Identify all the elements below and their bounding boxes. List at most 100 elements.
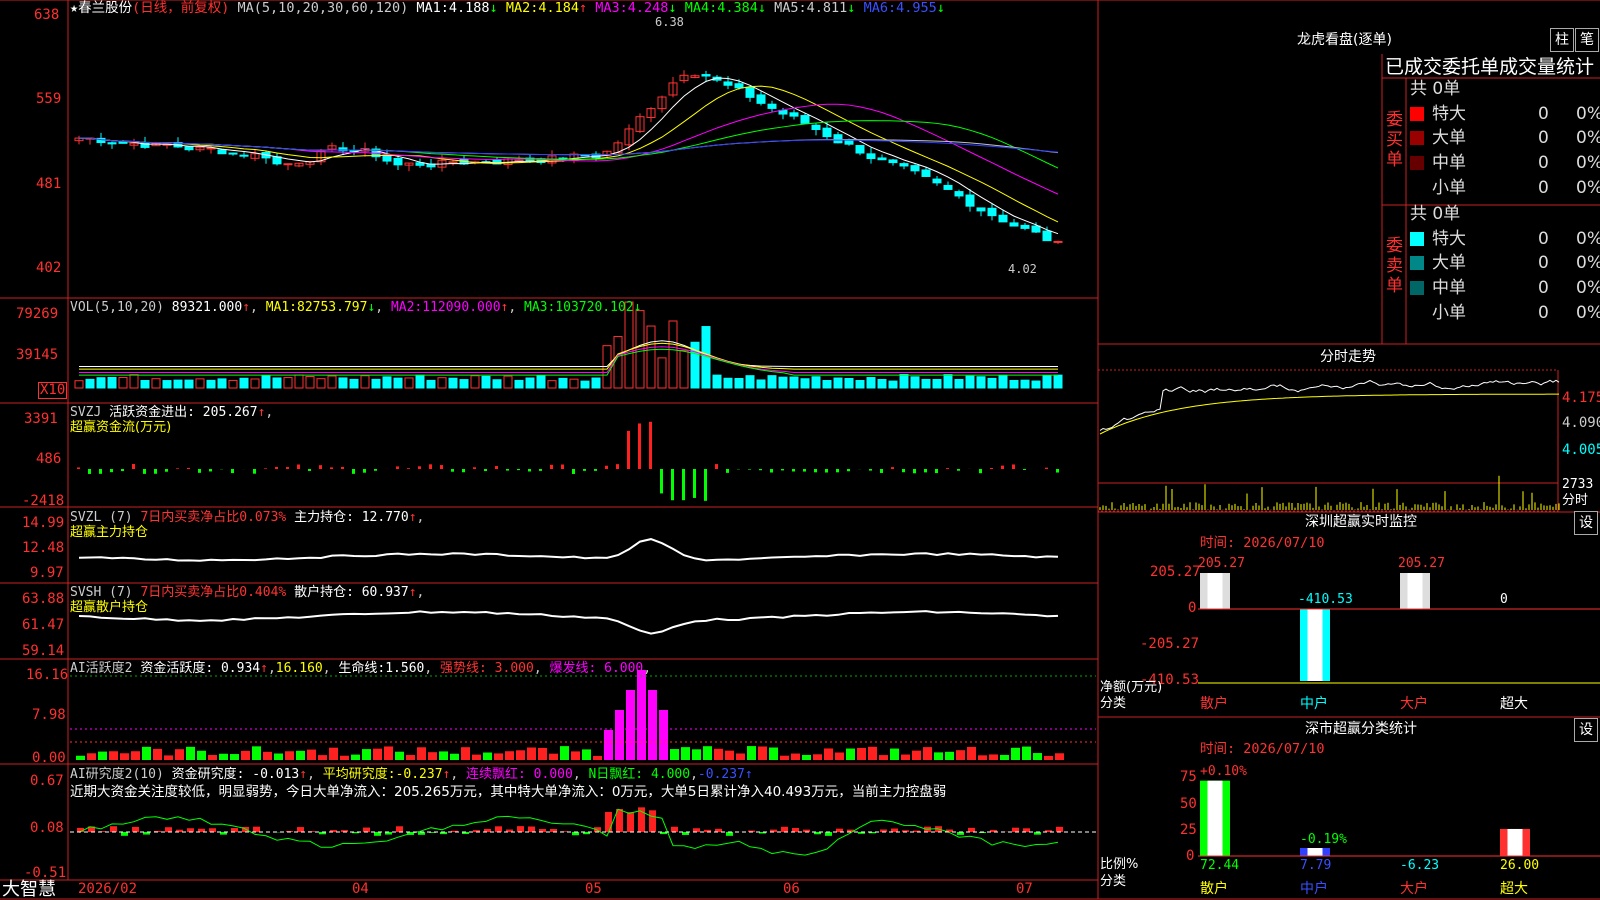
svzl-sub: 超赢主力持仓 — [70, 525, 149, 540]
activity-bar — [835, 752, 844, 760]
activity-bar — [615, 710, 624, 760]
research-bar — [110, 826, 117, 832]
candle-body — [1009, 222, 1019, 227]
monitor-bar — [1207, 573, 1223, 609]
activity-bar — [219, 753, 228, 760]
volume-bar — [360, 375, 370, 389]
stats-bar-value: 72.44 — [1200, 858, 1240, 873]
activity-bar — [604, 730, 613, 760]
activity-bar — [428, 752, 437, 760]
stats-bar-value: 7.79 — [1300, 858, 1332, 873]
activity-bar — [527, 747, 536, 760]
flow-bar — [726, 469, 729, 473]
activity-bar — [439, 751, 448, 760]
monitor-settings-button[interactable]: 设 — [1574, 511, 1598, 535]
volume-bar — [833, 377, 843, 389]
volume-bar — [162, 380, 172, 389]
ai1-field: 资金活跃度: — [140, 661, 214, 676]
svzj-axis-tick: 3391 — [24, 411, 58, 427]
candle-body — [789, 112, 799, 117]
vol-ma2-value: 112090.000 — [422, 300, 501, 315]
buy-row-count: 0 — [1538, 153, 1549, 173]
app-logo[interactable]: 大智慧 — [2, 880, 56, 900]
activity-bar — [945, 751, 954, 760]
stats-bar-value: 26.00 — [1500, 858, 1540, 873]
activity-bar — [593, 755, 602, 760]
svzl-comma: , — [416, 510, 425, 525]
flow-bar — [649, 421, 652, 469]
flow-bar — [814, 469, 817, 473]
volume-bar — [1020, 379, 1030, 389]
activity-bar — [186, 746, 195, 760]
monitor-time: 时间: 2026/07/10 — [1200, 535, 1325, 551]
candle-body — [734, 83, 744, 89]
candle-body — [393, 157, 403, 166]
volume-bar — [503, 375, 513, 389]
stats-ylabel: 比例% — [1100, 857, 1139, 872]
activity-bar — [736, 753, 745, 760]
candle-body — [800, 115, 810, 124]
research-bar — [187, 828, 194, 832]
intraday-axis-tick: 4.090 — [1562, 415, 1600, 431]
buy-row-pct: 0% — [1576, 128, 1600, 148]
svzl-field1: 7日内买卖净占比0.073% — [140, 510, 287, 525]
volume-bar — [569, 378, 579, 389]
ma5-arrow: ↓ — [847, 0, 856, 16]
svsh-arrow: ↑ — [408, 585, 417, 600]
volume-bar — [393, 377, 403, 389]
volume-bar — [954, 378, 964, 389]
candle-body — [877, 157, 887, 161]
flow-bar — [396, 466, 399, 469]
bar-view-button[interactable]: 柱 — [1550, 28, 1574, 52]
flow-bar — [550, 464, 553, 469]
candle-body — [107, 142, 117, 145]
vol-label: VOL(5,10,20) — [70, 300, 164, 315]
svsh-sub: 超赢散户持仓 — [70, 600, 149, 615]
volume-bar — [987, 377, 997, 389]
price-axis-tick: 481 — [36, 176, 62, 192]
volume-bar — [866, 377, 876, 389]
lhb-title: 龙虎看盘(逐单) — [1297, 32, 1392, 48]
flow-bar — [759, 469, 762, 471]
svsh-axis-tick: 59.14 — [22, 643, 65, 659]
monitor-title: 深圳超赢实时监控 — [1305, 514, 1417, 530]
flow-bar — [792, 469, 795, 472]
candle-body — [1020, 224, 1030, 229]
sell-label-char: 委 — [1386, 236, 1403, 256]
legend-swatch — [1410, 181, 1424, 195]
stats-settings-button[interactable]: 设 — [1574, 718, 1598, 742]
activity-bar — [274, 753, 283, 760]
ai2-v2: -0.237 — [395, 767, 443, 782]
flow-bar — [1045, 467, 1048, 469]
flow-bar — [913, 469, 916, 474]
stats-bar — [1307, 848, 1323, 856]
buy-row-m: 中单 — [1410, 155, 1466, 172]
monitor-xlabel: 分类 — [1100, 696, 1127, 711]
ma5-name: MA5: — [774, 0, 807, 16]
stock-name[interactable]: 春兰股份 — [78, 0, 132, 16]
ma4-name: MA4: — [684, 0, 718, 16]
volume-bar — [140, 380, 150, 389]
activity-bar — [648, 690, 657, 760]
activity-bar — [109, 751, 118, 760]
vol-unit-badge[interactable]: X10 — [38, 382, 68, 399]
research-bar — [363, 827, 370, 832]
ai1-axis-tick: 16.16 — [26, 667, 69, 683]
period-mode[interactable]: (日线，前复权) — [132, 0, 229, 16]
flow-bar — [418, 466, 421, 469]
svsh-line — [78, 610, 1059, 635]
activity-bar — [142, 746, 151, 760]
svzl-header: SVZL (7) 7日内买卖净占比0.073% 主力持仓: 12.770↑, — [70, 510, 424, 525]
sell-label-char: 单 — [1386, 276, 1403, 296]
buy-row-count: 0 — [1538, 178, 1549, 198]
ma2-name: MA2: — [505, 0, 539, 16]
tick-view-button[interactable]: 笔 — [1575, 28, 1599, 52]
flow-bar — [264, 468, 267, 469]
favorite-star-icon[interactable]: ★ — [70, 0, 78, 16]
candle-body — [998, 214, 1008, 223]
candle-body — [976, 207, 986, 212]
candle-body — [833, 134, 843, 144]
vol-axis-tick: 79269 — [16, 306, 59, 322]
ai1-v5: 爆发线: 6.000 — [549, 661, 644, 676]
candle-body — [1053, 240, 1063, 243]
